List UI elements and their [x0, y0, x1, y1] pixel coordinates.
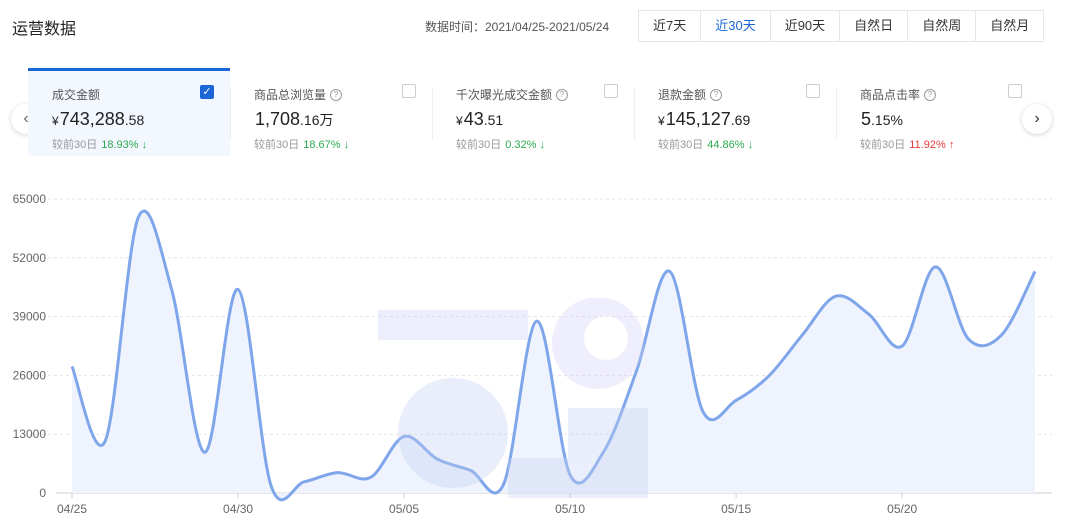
help-icon[interactable]: ? [556, 88, 569, 101]
data-point [800, 332, 806, 338]
metric-value: ¥43.51 [456, 109, 504, 129]
data-point [866, 311, 872, 317]
range-tabs: 近7天 近30天 近90天 自然日 自然周 自然月 [638, 10, 1045, 42]
metric-card-ctr[interactable]: 商品点击率? 5.15% 较前30日 11.92% ↑ [836, 68, 1038, 156]
metric-value: 5.15% [861, 109, 903, 129]
change-percent: 18.93% ↓ [101, 139, 148, 151]
data-point [700, 409, 706, 415]
data-point [268, 483, 274, 489]
page-title: 运营数据 [12, 21, 77, 38]
metric-card-refund[interactable]: 退款金额? ¥145,127.69 较前30日 44.86% ↓ [634, 68, 836, 156]
change-percent: 18.67% ↓ [303, 139, 350, 151]
data-point [667, 268, 673, 274]
metric-compare: 较前30日 44.86% ↓ [658, 139, 754, 151]
metric-card-gpm[interactable]: 千次曝光成交金额? ¥43.51 较前30日 0.32% ↓ [432, 68, 634, 156]
arrow-down-icon: ↓ [343, 139, 350, 151]
metric-compare: 较前30日 11.92% ↑ [860, 139, 955, 151]
watermark-logo [378, 298, 648, 498]
date-range-label: 数据时间：2021/04/25-2021/05/24 [425, 20, 610, 34]
arrow-up-icon: ↑ [948, 139, 955, 151]
metric-name: 商品总浏览量 [254, 88, 327, 102]
metric-checkbox[interactable] [1008, 84, 1022, 98]
data-point [169, 286, 175, 292]
x-tick-label: 04/25 [57, 502, 87, 516]
y-tick-label: 0 [39, 486, 46, 500]
metric-compare: 较前30日 18.67% ↓ [254, 139, 350, 151]
metric-compare: 较前30日 18.93% ↓ [52, 139, 148, 151]
metric-compare: 较前30日 0.32% ↓ [456, 139, 546, 151]
change-percent: 11.92% ↑ [909, 139, 955, 151]
x-tick-label: 05/20 [887, 502, 917, 516]
data-point [135, 214, 141, 220]
help-icon[interactable]: ? [330, 88, 343, 101]
tab-7-days[interactable]: 近7天 [638, 10, 702, 42]
metric-value: 1,708.16万 [255, 109, 334, 129]
y-tick-label: 65000 [13, 192, 47, 206]
trend-chart: 0 13000 26000 39000 52000 65000 04/25 04/30 05/0… [0, 168, 1067, 527]
help-icon[interactable]: ? [710, 88, 723, 101]
data-point [833, 293, 839, 299]
metric-checkbox[interactable] [402, 84, 416, 98]
tab-30-days[interactable]: 近30天 [700, 10, 771, 42]
arrow-down-icon: ↓ [141, 139, 148, 151]
arrow-down-icon: ↓ [747, 139, 754, 151]
arrow-down-icon: ↓ [539, 139, 546, 151]
data-point [202, 449, 208, 455]
data-point [102, 438, 108, 444]
data-point [999, 332, 1005, 338]
data-point [966, 336, 972, 342]
check-icon: ✓ [202, 86, 212, 98]
metric-name: 退款金额 [658, 88, 707, 102]
data-point [932, 264, 938, 270]
data-point [301, 479, 307, 485]
data-point [235, 286, 241, 292]
help-icon[interactable]: ? [924, 88, 937, 101]
data-point [335, 470, 341, 476]
metric-checkbox[interactable] [604, 84, 618, 98]
tab-natural-week[interactable]: 自然周 [907, 10, 977, 42]
y-tick-label: 26000 [13, 368, 47, 382]
x-tick-label: 05/15 [721, 502, 751, 516]
change-percent: 0.32% ↓ [505, 139, 546, 151]
data-point [899, 343, 905, 349]
metric-cards: 成交金额 ✓ ¥743,288.58 较前30日 18.93% ↓ 商品总浏览量?… [28, 68, 1028, 158]
tab-90-days[interactable]: 近90天 [769, 10, 841, 42]
data-point [69, 363, 75, 369]
metric-name: 千次曝光成交金额 [456, 88, 553, 102]
metric-card-page-views[interactable]: 商品总浏览量? 1,708.16万 较前30日 18.67% ↓ [230, 68, 432, 156]
data-point [766, 372, 772, 378]
metric-card-gmv[interactable]: 成交金额 ✓ ¥743,288.58 较前30日 18.93% ↓ [28, 68, 230, 156]
data-point [1032, 268, 1038, 274]
tab-natural-day[interactable]: 自然日 [839, 10, 909, 42]
metric-checkbox[interactable]: ✓ [200, 85, 214, 99]
metric-value: ¥145,127.69 [658, 109, 751, 129]
metric-value: ¥743,288.58 [52, 109, 145, 129]
y-tick-label: 39000 [13, 310, 47, 324]
metric-name: 商品点击率 [860, 88, 921, 102]
data-point [733, 397, 739, 403]
y-tick-label: 13000 [13, 427, 47, 441]
metric-name: 成交金额 [52, 88, 101, 102]
x-tick-label: 04/30 [223, 502, 253, 516]
change-percent: 44.86% ↓ [707, 139, 754, 151]
tab-natural-month[interactable]: 自然月 [975, 10, 1045, 42]
metric-checkbox[interactable] [806, 84, 820, 98]
data-point [368, 474, 374, 480]
y-tick-label: 52000 [13, 251, 47, 265]
